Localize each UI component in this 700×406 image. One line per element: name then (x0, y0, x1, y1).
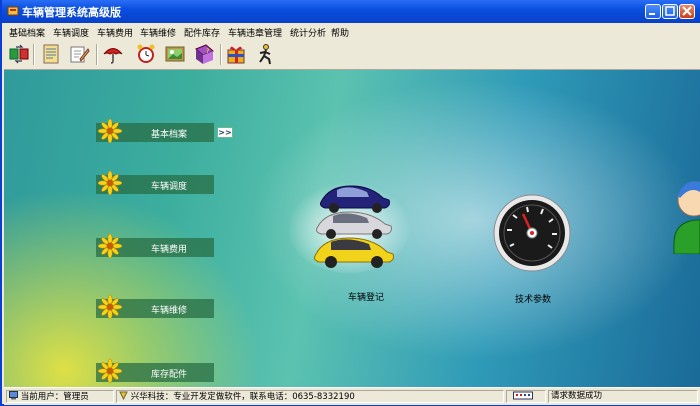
running-man-icon[interactable] (254, 43, 276, 65)
vehicle-registration-label[interactable]: 车辆登记 (348, 290, 384, 303)
maximize-icon (665, 6, 675, 16)
status-message-text: 请求数据成功 (551, 391, 603, 401)
status-current-user: 当前用户：管理员 (6, 390, 114, 403)
nav-item-label: 车辆调度 (150, 182, 187, 192)
edit-icon[interactable] (68, 43, 90, 65)
current-user-text: 当前用户：管理员 (20, 392, 89, 402)
menu-bar: 基础档案 车辆调度 车辆费用 车辆维修 配件库存 车辆违章管理 统计分析 帮助 (4, 23, 700, 40)
nav-item-vehicle-repair[interactable]: 车辆维修 (96, 295, 214, 319)
nav-item-label: 车辆维修 (150, 306, 187, 316)
status-indicator (506, 390, 546, 403)
flower-icon (98, 119, 122, 143)
nav-item-label: 车辆费用 (150, 245, 187, 255)
status-message: 请求数据成功 (548, 390, 698, 403)
speedometer-icon[interactable] (493, 194, 571, 272)
gift-box-icon[interactable] (225, 43, 247, 65)
toolbar-separator (96, 44, 98, 65)
menu-basic-archive[interactable]: 基础档案 (9, 26, 45, 39)
flower-icon (98, 171, 122, 195)
maximize-button[interactable] (662, 4, 678, 19)
nav-item-basic-archive[interactable]: 基本档案 (96, 119, 214, 143)
menu-parts-inventory[interactable]: 配件库存 (184, 26, 220, 39)
user-avatar-icon (673, 181, 700, 254)
menu-vehicle-dispatch[interactable]: 车辆调度 (53, 26, 89, 39)
window-title: 车辆管理系统高级版 (22, 6, 121, 19)
vehicle-registration-icon[interactable] (289, 170, 419, 280)
flower-icon (98, 234, 122, 258)
expand-button[interactable]: >> (217, 127, 233, 138)
technical-parameters-label[interactable]: 技术参数 (515, 292, 551, 305)
nav-item-label: 基本档案 (150, 130, 187, 140)
menu-help[interactable]: 帮助 (331, 26, 349, 39)
help-book-icon[interactable]: ? (193, 43, 215, 65)
menu-vehicle-repair[interactable]: 车辆维修 (140, 26, 176, 39)
main-panel: 基本档案 >> 车辆调度 车辆费用 车辆维修 库存配件 车辆登记 技术参数 (4, 70, 700, 387)
status-bar: 当前用户：管理员 兴华科技：专业开发定做软件，联系电话：0635-8332190… (4, 387, 700, 405)
picture-icon[interactable] (164, 43, 186, 65)
menu-vehicle-cost[interactable]: 车辆费用 (97, 26, 133, 39)
umbrella-icon[interactable] (102, 43, 124, 65)
minimize-icon (649, 13, 655, 15)
nav-item-vehicle-dispatch[interactable]: 车辆调度 (96, 171, 214, 195)
svg-text:?: ? (206, 48, 209, 55)
nav-item-parts-inventory[interactable]: 库存配件 (96, 359, 214, 383)
toolbar-separator (220, 44, 222, 65)
title-bar[interactable]: 车辆管理系统高级版 (2, 0, 700, 23)
nav-item-vehicle-cost[interactable]: 车辆费用 (96, 234, 214, 258)
app-icon (7, 6, 19, 16)
minimize-button[interactable] (645, 4, 661, 19)
keyboard-icon (513, 391, 533, 400)
toolbar-separator (33, 44, 35, 65)
flower-icon (98, 295, 122, 319)
company-info-text: 兴华科技：专业开发定做软件，联系电话：0635-8332190 (130, 392, 355, 402)
menu-statistics[interactable]: 统计分析 (290, 26, 326, 39)
app-window: 车辆管理系统高级版 基础档案 车辆调度 车辆费用 车辆维修 配件库存 车辆违章管… (0, 0, 700, 406)
close-button[interactable] (679, 4, 695, 19)
flower-icon (98, 359, 122, 383)
computer-icon (9, 391, 18, 400)
company-logo-icon (119, 391, 128, 401)
menu-violation-management[interactable]: 车辆违章管理 (228, 26, 282, 39)
close-icon (682, 6, 692, 16)
notes-icon[interactable] (40, 43, 62, 65)
transfer-icon[interactable] (8, 43, 30, 65)
status-company-info: 兴华科技：专业开发定做软件，联系电话：0635-8332190 (116, 390, 504, 403)
alarm-clock-icon[interactable] (135, 43, 157, 65)
toolbar: ? (4, 40, 700, 70)
nav-item-label: 库存配件 (150, 370, 187, 380)
